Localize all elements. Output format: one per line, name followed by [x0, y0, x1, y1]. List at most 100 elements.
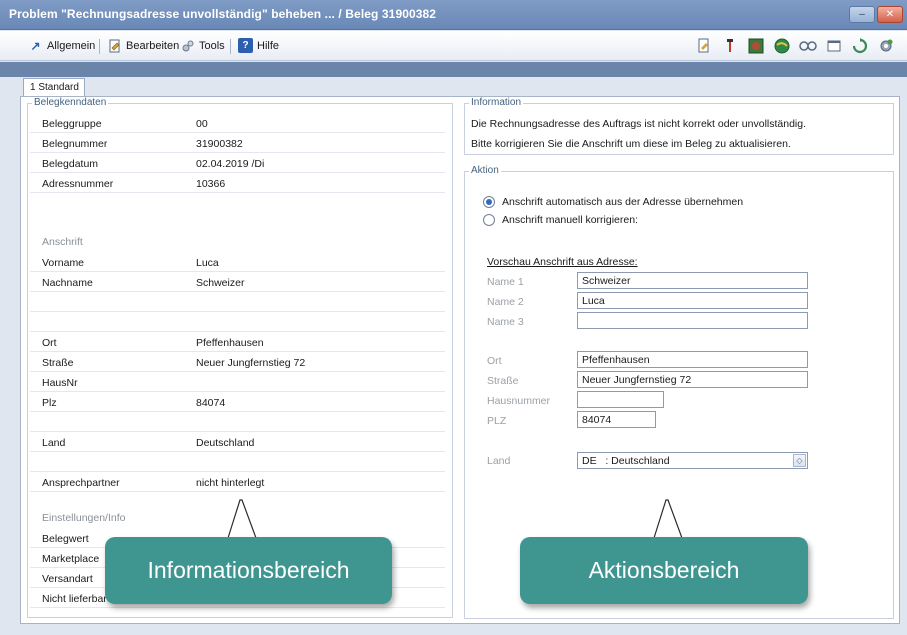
tab-standard[interactable]: 1 Standard [23, 78, 85, 97]
kv-row-blank [30, 413, 445, 432]
kv-row-blank [30, 453, 445, 472]
kv-label: Marketplace [42, 553, 100, 565]
edit-document-icon [107, 38, 122, 53]
name2-label: Name 2 [487, 296, 524, 308]
kv-value: nicht hinterlegt [196, 477, 265, 489]
kv-row-ort: Ort Pfeffenhausen [30, 333, 445, 352]
radio-anschrift-manuell[interactable]: Anschrift manuell korrigieren: [483, 214, 638, 226]
anschrift-heading: Anschrift [42, 236, 83, 248]
window-controls: – ✕ [849, 6, 903, 23]
strasse-field[interactable]: Neuer Jungfernstieg 72 [577, 371, 808, 388]
callout-aktion-pointer [653, 499, 683, 539]
menu-hilfe-label: Hilfe [257, 39, 280, 52]
kv-label: Plz [42, 397, 57, 409]
kv-label: Belegwert [42, 533, 89, 545]
kv-value: 31900382 [196, 138, 243, 150]
kv-row-hausnr: HausNr [30, 373, 445, 392]
hausnummer-label: Hausnummer [487, 395, 551, 407]
strasse-label: Straße [487, 375, 519, 387]
kv-label: Adressnummer [42, 178, 114, 190]
dropdown-arrow-icon[interactable]: ◇ [793, 454, 806, 467]
kv-label: Ort [42, 337, 57, 349]
glasses-icon[interactable] [798, 36, 818, 56]
refresh-icon[interactable] [850, 36, 870, 56]
land-label: Land [487, 455, 511, 467]
kv-row-beleggruppe: Beleggruppe 00 [30, 114, 445, 133]
kv-label: Straße [42, 357, 74, 369]
menu-bearbeiten-label: Bearbeiten [126, 39, 180, 52]
tab-strip [0, 62, 907, 77]
toolbar: ↗ Allgemein Bearbeiten Tools ? Hilfe [0, 31, 907, 61]
aktion-legend: Aktion [469, 165, 501, 176]
kv-value: 00 [196, 118, 208, 130]
kv-label: Nachname [42, 277, 93, 289]
kv-row-plz: Plz 84074 [30, 393, 445, 412]
plz-field[interactable]: 84074 [577, 411, 656, 428]
kv-value: 02.04.2019 /Di [196, 158, 265, 170]
kv-value: Deutschland [196, 437, 255, 449]
menu-tools[interactable]: Tools [180, 38, 225, 53]
arrow-up-right-icon: ↗ [30, 38, 41, 53]
callout-info-pointer [227, 499, 257, 539]
hausnummer-field[interactable] [577, 391, 664, 408]
kv-label: Belegnummer [42, 138, 108, 150]
menu-tools-label: Tools [199, 39, 225, 52]
einstellungen-heading: Einstellungen/Info [42, 512, 126, 524]
kv-label: Versandart [42, 573, 93, 585]
window-icon[interactable] [824, 36, 844, 56]
kv-row-vorname: Vorname Luca [30, 253, 445, 272]
kv-row-ansprechpartner: Ansprechpartner nicht hinterlegt [30, 473, 445, 492]
name1-field[interactable]: Schweizer [577, 272, 808, 289]
radio-button[interactable] [483, 214, 495, 226]
kv-label: Land [42, 437, 66, 449]
kv-value: Schweizer [196, 277, 245, 289]
kv-row-strasse: Straße Neuer Jungfernstieg 72 [30, 353, 445, 372]
kv-label: Belegdatum [42, 158, 99, 170]
kv-value: Luca [196, 257, 219, 269]
kv-label: Vorname [42, 257, 85, 269]
menu-allgemein[interactable]: ↗ Allgemein [28, 38, 95, 53]
minimize-button[interactable]: – [849, 6, 875, 23]
kv-row-blank [30, 293, 445, 312]
kv-label: HausNr [42, 377, 78, 389]
land-select[interactable]: DE : Deutschland ◇ [577, 452, 808, 469]
ort-label: Ort [487, 355, 502, 367]
kv-value: Neuer Jungfernstieg 72 [196, 357, 306, 369]
edit-icon[interactable] [694, 36, 714, 56]
toolbar-separator [230, 39, 231, 54]
window-title: Problem "Rechnungsadresse unvollständig"… [9, 7, 437, 21]
information-legend: Information [469, 97, 524, 108]
pin-icon[interactable] [720, 36, 740, 56]
information-line-2: Bitte korrigieren Sie die Anschrift um d… [471, 138, 791, 150]
name1-label: Name 1 [487, 276, 524, 288]
kv-row-belegnummer: Belegnummer 31900382 [30, 134, 445, 153]
menu-bearbeiten[interactable]: Bearbeiten [107, 38, 179, 53]
tools-icon [180, 38, 195, 53]
radio-label: Anschrift automatisch aus der Adresse üb… [502, 196, 744, 208]
vorschau-title: Vorschau Anschrift aus Adresse: [487, 256, 638, 268]
belegkenndaten-legend: Belegkenndaten [32, 97, 109, 108]
kv-row-belegdatum: Belegdatum 02.04.2019 /Di [30, 154, 445, 173]
callout-aktionsbereich: Aktionsbereich [520, 537, 808, 604]
land-select-value: DE : Deutschland [582, 455, 670, 467]
kv-value: 84074 [196, 397, 226, 409]
ort-field[interactable]: Pfeffenhausen [577, 351, 808, 368]
radio-label: Anschrift manuell korrigieren: [502, 214, 638, 226]
radio-button-selected[interactable] [483, 196, 495, 208]
radio-anschrift-automatisch[interactable]: Anschrift automatisch aus der Adresse üb… [483, 196, 743, 208]
menu-hilfe[interactable]: ? Hilfe [238, 38, 279, 53]
toolbar-separator [99, 39, 100, 54]
close-button[interactable]: ✕ [877, 6, 903, 23]
settings-icon[interactable] [876, 36, 896, 56]
kv-label: Ansprechpartner [42, 477, 120, 489]
kv-row-nachname: Nachname Schweizer [30, 273, 445, 292]
document-image-icon[interactable] [746, 36, 766, 56]
callout-informationsbereich: Informationsbereich [105, 537, 392, 604]
kv-value: Pfeffenhausen [196, 337, 264, 349]
menu-allgemein-label: Allgemein [47, 39, 96, 52]
name3-field[interactable] [577, 312, 808, 329]
radio-dot [486, 199, 492, 205]
globe-icon[interactable] [772, 36, 792, 56]
name2-field[interactable]: Luca [577, 292, 808, 309]
kv-value: 10366 [196, 178, 226, 190]
